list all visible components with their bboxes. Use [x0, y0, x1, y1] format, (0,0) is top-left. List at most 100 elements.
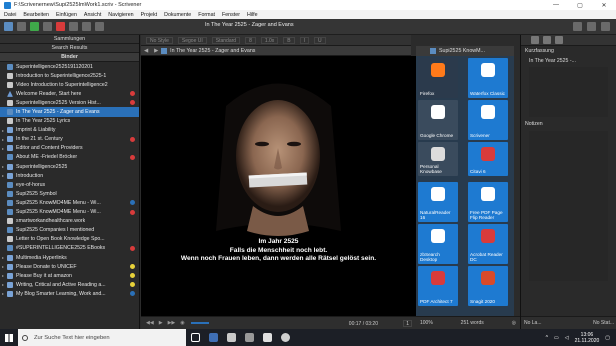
trash-icon[interactable] [56, 22, 65, 31]
start-tile[interactable]: Citavi 6 [468, 142, 508, 176]
taskbar-app-4[interactable] [258, 329, 276, 346]
binder-item[interactable]: Video Introduction to Superintelligence2 [0, 80, 139, 89]
volume-tray-icon[interactable]: ◁ [565, 335, 569, 341]
view-mode-icon[interactable] [17, 22, 26, 31]
network-icon[interactable]: ▭ [554, 335, 559, 341]
underline-button[interactable]: U [314, 36, 326, 44]
binder-item[interactable]: Supi2525 KnowMO4ME Menu - Wi... [0, 208, 139, 217]
start-tile[interactable]: NaturalReader 16 [418, 182, 458, 222]
start-tile[interactable]: zbSearch Desktop [418, 224, 458, 264]
zoom-level[interactable]: 100% [420, 320, 433, 326]
menu-documents[interactable]: Dokumente [164, 12, 191, 18]
binder-item[interactable]: Introduction to Superintelligence2525-1 [0, 71, 139, 80]
start-tile[interactable]: Google Chrome [418, 100, 458, 140]
notes-section-header[interactable]: Notizen [521, 119, 616, 129]
collections-header[interactable]: Sammlungen [0, 35, 139, 44]
start-tile[interactable]: Firefox [418, 58, 458, 98]
notifications-icon[interactable]: ▢ [605, 335, 610, 341]
label-select[interactable]: No La... [524, 320, 542, 326]
add-folder-icon[interactable] [43, 22, 52, 31]
task-view-button[interactable] [186, 329, 204, 346]
font-weight-select[interactable]: Standard [211, 36, 241, 44]
start-tile[interactable]: Snagit 2020 [468, 266, 508, 306]
menu-format[interactable]: Format [198, 12, 215, 18]
bold-button[interactable]: B [283, 36, 295, 44]
binder-item[interactable]: eye-of-horus [0, 180, 139, 189]
forward-icon[interactable]: ▶▶ [168, 320, 176, 326]
start-tile[interactable]: Acrobat Reader DC [468, 224, 508, 264]
compile-icon[interactable] [587, 22, 596, 31]
start-tile[interactable]: Free PDF Page Flip Reader [468, 182, 508, 222]
italic-button[interactable]: I [299, 36, 310, 44]
editor-video[interactable]: Im Jahr 2525 Falls die Menschheit noch l… [141, 56, 416, 316]
rewind-icon[interactable]: ◀◀ [146, 320, 154, 326]
start-tile[interactable]: Waterfox Classic [468, 58, 508, 98]
binder-item[interactable]: Supi2525 KnowMO4ME Menu - Wi... [0, 198, 139, 207]
add-document-icon[interactable] [30, 22, 39, 31]
menu-view[interactable]: Ansicht [84, 12, 101, 18]
binder-item[interactable]: Superintelligence2525 Version Hist... [0, 98, 139, 107]
compose-icon[interactable] [69, 22, 78, 31]
menu-insert[interactable]: Einfügen [56, 12, 77, 18]
zoom-select[interactable]: 1 [403, 320, 412, 327]
volume-icon[interactable]: ◉ [180, 320, 184, 326]
binder-item[interactable]: ▸ Superintelligence2525 [0, 162, 139, 171]
binder-item[interactable]: In The Year 2525 - Zager and Evans [0, 107, 139, 117]
metadata-tab-icon[interactable] [555, 36, 563, 44]
binder-item[interactable]: Welcome Reader, Start here [0, 89, 139, 98]
taskbar-app-2[interactable] [222, 329, 240, 346]
binder-toggle-icon[interactable] [4, 22, 13, 31]
summary-value[interactable]: In The Year 2525 -... [521, 56, 616, 65]
notes-tab-icon[interactable] [531, 36, 539, 44]
binder-item[interactable]: ▸ Introduction [0, 171, 139, 180]
binder-item[interactable]: In The Year 2525 Lyrics [0, 117, 139, 126]
inspector-toggle-icon[interactable] [601, 22, 610, 31]
binder-item[interactable]: Supi2525 Symbol [0, 189, 139, 198]
start-tile[interactable]: Personal Knowbase [418, 142, 458, 176]
binder-item[interactable]: ▸ Writing, Critical and Active Reading a.… [0, 280, 139, 289]
font-select[interactable]: Segoe UI [177, 36, 207, 44]
binder-item[interactable]: ▸ Multimedia Hyperlinks [0, 253, 139, 262]
binder-item[interactable]: ▸ Please Buy it at amazon [0, 271, 139, 280]
target-icon[interactable]: ◎ [512, 320, 516, 326]
menu-window[interactable]: Fenster [222, 12, 240, 18]
status-select[interactable]: No Stat... [593, 320, 614, 326]
taskbar-search[interactable]: Zur Suche Text hier eingeben [18, 329, 186, 346]
menu-file[interactable]: Datei [4, 12, 16, 18]
binder-item[interactable]: ▸ Imprint & Liability [0, 126, 139, 135]
binder-item[interactable]: Superintelligence2525191120201 [0, 62, 139, 71]
line-spacing-select[interactable]: 1.0x [260, 36, 279, 44]
taskbar-app-3[interactable] [240, 329, 258, 346]
taskbar-app-1[interactable] [204, 329, 222, 346]
quick-search-icon[interactable] [573, 22, 582, 31]
binder-item[interactable]: ▸ Editor and Content Providers [0, 144, 139, 153]
forward-arrow-icon[interactable]: ▶ [154, 48, 158, 54]
play-icon[interactable]: ▶ [159, 320, 163, 326]
summary-area[interactable] [529, 67, 608, 117]
binder-header[interactable]: Binder [0, 53, 139, 62]
start-tile[interactable]: Scrivener [468, 100, 508, 140]
start-tile[interactable]: PDF Architect 7 [418, 266, 458, 306]
tray-up-icon[interactable]: ^ [546, 335, 548, 341]
minimize-button[interactable]: — [544, 2, 568, 8]
summary-section-header[interactable]: Kurzfassung [521, 46, 616, 56]
font-size-select[interactable]: 8 [245, 36, 256, 44]
binder-item[interactable]: ▸ Please Donate to UNICEF [0, 262, 139, 271]
tray-clock[interactable]: 13:06 21.11.2020 [575, 332, 600, 344]
back-arrow-icon[interactable]: ◀ [144, 48, 148, 54]
binder-item[interactable]: Supi2525 Companies I mentioned [0, 226, 139, 235]
binder-item[interactable]: ▸ In the 21 st. Century [0, 135, 139, 144]
maximize-button[interactable]: ▢ [568, 2, 592, 9]
binder-item[interactable]: #SUPERINTELLIGENCE2525 EBooks [0, 244, 139, 253]
binder-item[interactable]: ▸ My Blog Smarter Learning, Work and... [0, 289, 139, 298]
settings-icon[interactable] [95, 22, 104, 31]
playback-progress-track[interactable] [190, 322, 209, 324]
menu-help[interactable]: Hilfe [247, 12, 258, 18]
menu-navigate[interactable]: Navigieren [108, 12, 133, 18]
windows-start-button[interactable] [0, 329, 18, 346]
close-button[interactable]: ✕ [592, 2, 616, 9]
notes-area[interactable] [529, 131, 608, 281]
binder-item[interactable]: Letter to Open Book Knowledge Spo... [0, 235, 139, 244]
search-results-header[interactable]: Search Results [0, 44, 139, 53]
menu-project[interactable]: Projekt [141, 12, 158, 18]
